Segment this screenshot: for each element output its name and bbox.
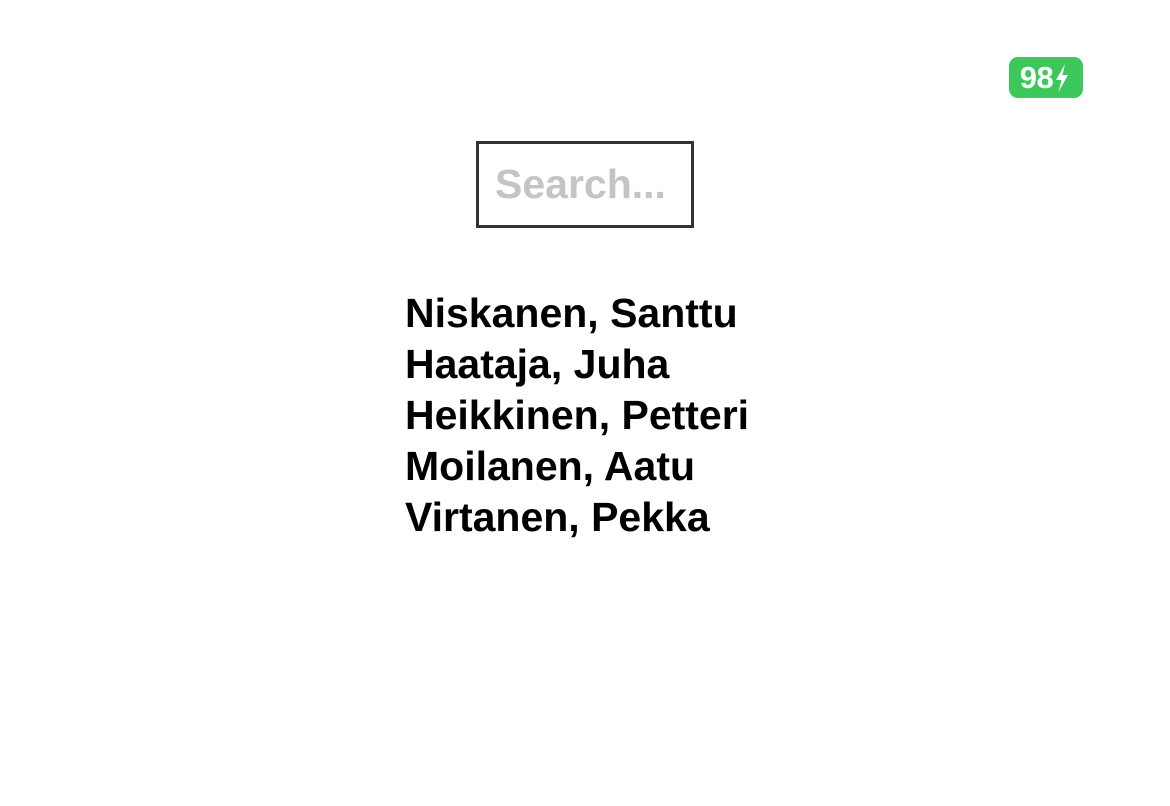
battery-level: 98 — [1019, 60, 1054, 95]
list-item[interactable]: Haataja, Juha — [405, 339, 749, 390]
list-item[interactable]: Moilanen, Aatu — [405, 441, 749, 492]
list-item[interactable]: Niskanen, Santtu — [405, 288, 749, 339]
search-box — [476, 141, 694, 228]
list-item[interactable]: Heikkinen, Petteri — [405, 390, 749, 441]
battery-indicator: 98 — [1009, 57, 1083, 98]
list-item[interactable]: Virtanen, Pekka — [405, 492, 749, 543]
search-input[interactable] — [479, 144, 691, 225]
name-list: Niskanen, Santtu Haataja, Juha Heikkinen… — [405, 288, 749, 543]
bolt-icon — [1056, 63, 1069, 92]
